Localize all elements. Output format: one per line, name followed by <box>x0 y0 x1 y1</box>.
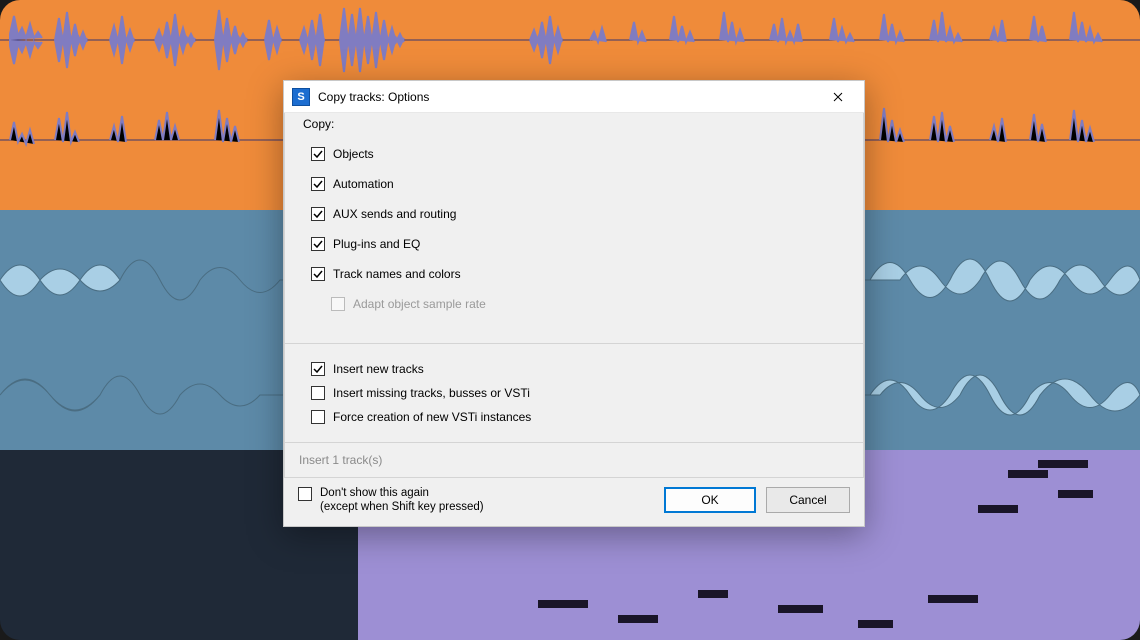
checkbox-label[interactable]: Plug-ins and EQ <box>333 237 420 251</box>
checkbox-label[interactable]: Force creation of new VSTi instances <box>333 410 531 424</box>
checkbox-force-vsti[interactable] <box>311 410 325 424</box>
checkmark-icon <box>313 149 323 159</box>
checkbox-automation[interactable] <box>311 177 325 191</box>
checkbox-row-automation: Automation <box>311 177 847 191</box>
checkbox-label: Adapt object sample rate <box>353 297 486 311</box>
midi-note <box>928 595 978 603</box>
checkbox-row-tracknames: Track names and colors <box>311 267 847 281</box>
midi-note <box>618 615 658 623</box>
checkmark-icon <box>313 179 323 189</box>
midi-note <box>778 605 823 613</box>
dont-show-label[interactable]: Don't show this again (except when Shift… <box>320 486 484 514</box>
checkbox-row-plugins: Plug-ins and EQ <box>311 237 847 251</box>
dialog-footer: Don't show this again (except when Shift… <box>284 478 864 526</box>
checkbox-aux-sends[interactable] <box>311 207 325 221</box>
dont-show-line2: (except when Shift key pressed) <box>320 500 484 514</box>
checkmark-icon <box>313 239 323 249</box>
info-text: Insert 1 track(s) <box>284 443 864 478</box>
checkbox-objects[interactable] <box>311 147 325 161</box>
midi-note <box>538 600 588 608</box>
checkbox-row-adapt: Adapt object sample rate <box>331 297 847 311</box>
checkbox-adapt-sample-rate <box>331 297 345 311</box>
close-icon <box>833 92 843 102</box>
midi-note <box>858 620 893 628</box>
dialog-titlebar[interactable]: S Copy tracks: Options <box>284 81 864 113</box>
checkbox-insert-missing[interactable] <box>311 386 325 400</box>
checkmark-icon <box>313 209 323 219</box>
dialog-title: Copy tracks: Options <box>318 90 816 104</box>
midi-note <box>1008 470 1048 478</box>
checkbox-label[interactable]: Insert missing tracks, busses or VSTi <box>333 386 530 400</box>
copy-section: Copy: Objects Automation AUX sends and r… <box>284 113 864 344</box>
checkbox-track-names[interactable] <box>311 267 325 281</box>
checkbox-plugins[interactable] <box>311 237 325 251</box>
midi-note <box>978 505 1018 513</box>
checkmark-icon <box>313 269 323 279</box>
dont-show-again-group: Don't show this again (except when Shift… <box>298 486 654 514</box>
checkbox-label[interactable]: Objects <box>333 147 374 161</box>
copy-section-label: Copy: <box>303 117 847 131</box>
close-button[interactable] <box>816 83 860 111</box>
checkbox-row-insert-missing: Insert missing tracks, busses or VSTi <box>311 386 847 400</box>
cancel-button[interactable]: Cancel <box>766 487 850 513</box>
checkbox-label[interactable]: Track names and colors <box>333 267 461 281</box>
checkbox-row-aux: AUX sends and routing <box>311 207 847 221</box>
midi-note <box>1038 460 1088 468</box>
dialog-body: Copy: Objects Automation AUX sends and r… <box>284 113 864 526</box>
midi-note <box>1058 490 1093 498</box>
checkbox-row-objects: Objects <box>311 147 847 161</box>
waveform-1a <box>0 0 1140 80</box>
checkbox-row-insert-new: Insert new tracks <box>311 362 847 376</box>
checkbox-row-force-vsti: Force creation of new VSTi instances <box>311 410 847 424</box>
checkbox-label[interactable]: Automation <box>333 177 394 191</box>
checkbox-label[interactable]: AUX sends and routing <box>333 207 456 221</box>
insert-section: Insert new tracks Insert missing tracks,… <box>284 344 864 443</box>
checkbox-insert-new-tracks[interactable] <box>311 362 325 376</box>
midi-note <box>698 590 728 598</box>
ok-button[interactable]: OK <box>664 487 756 513</box>
dont-show-line1: Don't show this again <box>320 486 484 500</box>
checkmark-icon <box>313 364 323 374</box>
app-icon: S <box>292 88 310 106</box>
checkbox-label[interactable]: Insert new tracks <box>333 362 424 376</box>
copy-tracks-dialog: S Copy tracks: Options Copy: Objects Aut… <box>283 80 865 527</box>
checkbox-dont-show-again[interactable] <box>298 487 312 501</box>
